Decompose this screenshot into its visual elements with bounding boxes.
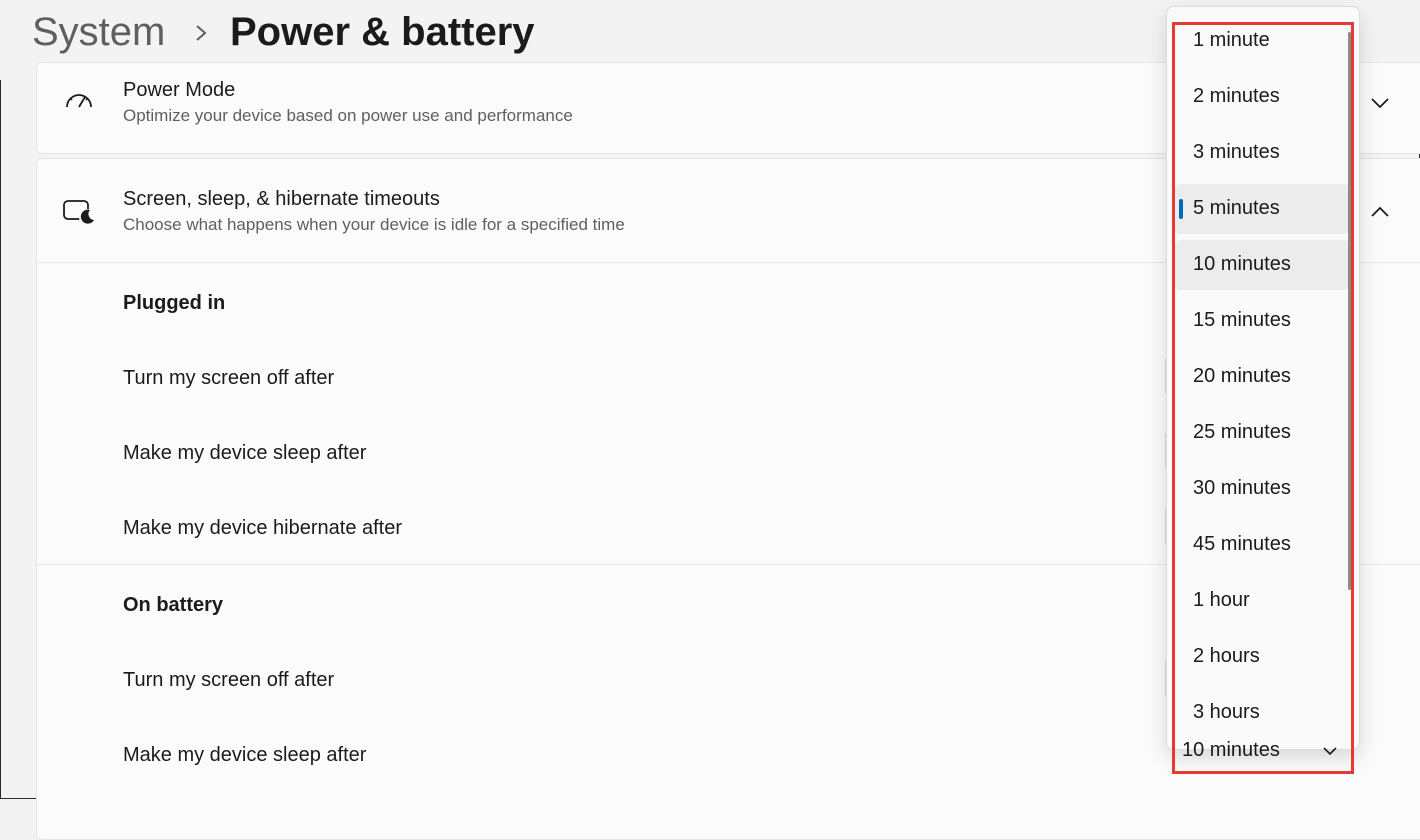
highlight-box — [1172, 22, 1354, 774]
screen-sleep-icon — [63, 200, 95, 225]
on-battery-heading: On battery — [123, 594, 224, 616]
plugged-screen-off-label: Turn my screen off after — [123, 367, 335, 389]
sleep-timeouts-title: Screen, sleep, & hibernate timeouts — [123, 188, 440, 210]
power-mode-title: Power Mode — [123, 79, 236, 101]
battery-screen-off-label: Turn my screen off after — [123, 669, 335, 691]
chevron-down-icon[interactable] — [1369, 96, 1391, 110]
chevron-right-icon — [196, 25, 207, 41]
power-mode-subtitle: Optimize your device based on power use … — [123, 106, 573, 125]
speedometer-icon — [66, 94, 92, 108]
page-title: Power & battery — [230, 10, 535, 54]
sleep-timeouts-subtitle: Choose what happens when your device is … — [123, 215, 625, 234]
plugged-sleep-label: Make my device sleep after — [123, 442, 367, 464]
breadcrumb-system[interactable]: System — [32, 10, 165, 55]
chevron-up-icon[interactable] — [1369, 205, 1391, 219]
plugged-hibernate-label: Make my device hibernate after — [123, 517, 403, 539]
battery-sleep-label: Make my device sleep after — [123, 744, 367, 766]
plugged-in-heading: Plugged in — [123, 292, 226, 314]
